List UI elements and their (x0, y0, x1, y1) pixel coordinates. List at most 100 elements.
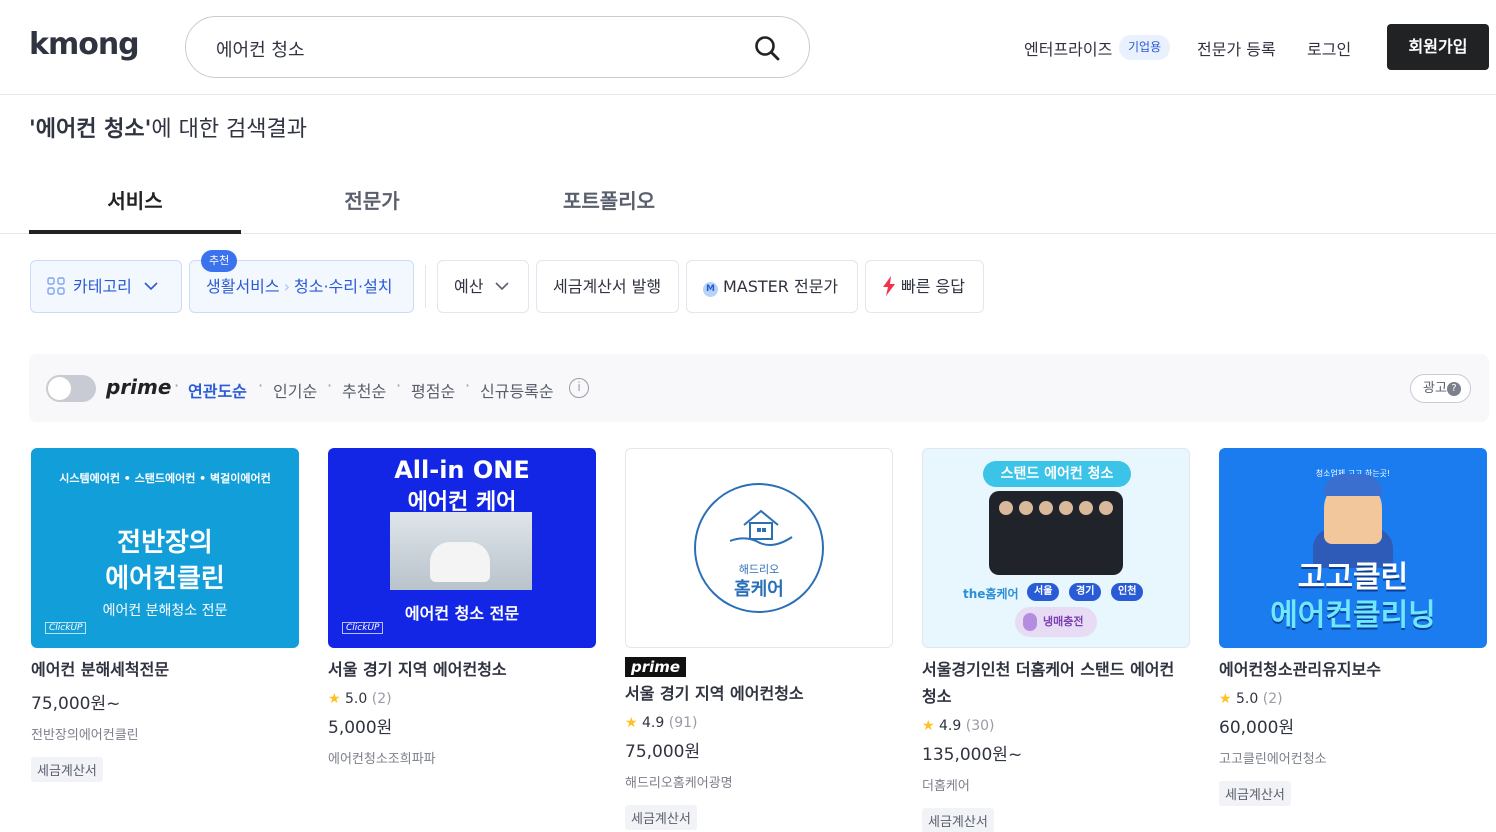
fast-response-filter[interactable]: 빠른 응답 (865, 260, 984, 313)
service-title[interactable]: 서울 경기 지역 에어컨청소 (625, 680, 893, 707)
service-title[interactable]: 에어컨 분해세척전문 (31, 656, 299, 683)
thumbnail-text: 에어컨 청소 전문 (404, 604, 520, 623)
seller-name[interactable]: 전반장의에어컨클린 (31, 724, 299, 743)
thermometer-icon (1023, 613, 1037, 631)
service-thumbnail[interactable]: All-in ONE 에어컨 케어 에어컨 청소 전문 ClickUP (328, 448, 596, 648)
sort-separator: · (258, 376, 264, 395)
service-title[interactable]: 서울경기인천 더홈케어 스탠드 에어컨 청소 (922, 656, 1190, 710)
recommend-badge: 추천 (201, 250, 238, 272)
lightning-icon (883, 276, 895, 296)
service-thumbnail[interactable]: 해드리오 홈케어 (625, 448, 893, 648)
sort-rating[interactable]: 평점순 (411, 378, 455, 402)
review-count: (2) (1262, 691, 1283, 707)
toggle-knob (48, 377, 71, 400)
search-box[interactable]: 에어컨 청소 (185, 16, 810, 78)
service-title[interactable]: 서울 경기 지역 에어컨청소 (328, 656, 596, 683)
refrigerant-badge: 냉매충전 (1015, 607, 1097, 637)
kmong-logo[interactable]: kmong (29, 27, 140, 62)
prime-label: prime (106, 375, 172, 399)
thumbnail-text: 전반장의 (117, 528, 213, 558)
tab-services[interactable]: 서비스 (29, 185, 241, 214)
star-icon: ★ (922, 718, 935, 734)
grid-icon (47, 277, 65, 295)
info-icon[interactable]: i (569, 378, 589, 398)
thumbnail-text: 에어컨클리닝 (1270, 598, 1436, 633)
review-count: (30) (965, 718, 995, 734)
thumbnail-text: 에어컨클린 (105, 564, 225, 594)
signup-button[interactable]: 회원가입 (1387, 24, 1489, 70)
clickup-badge: ClickUP (342, 622, 384, 634)
seller-name[interactable]: 에어컨청소조희파파 (328, 748, 596, 767)
rating-value: 4.9 (939, 718, 962, 734)
service-card[interactable]: 스탠드 에어컨 청소 the홈케어 서울 경기 인천 냉매충전 서울경기인천 더… (922, 448, 1190, 832)
question-icon: ? (1447, 382, 1461, 396)
service-price: 135,000원~ (922, 745, 1023, 765)
thumbnail-text: 시스템에어컨 • 스탠드에어컨 • 벽걸이에어컨 (59, 472, 271, 485)
rating: ★ 4.9 (30) (922, 718, 1190, 734)
star-icon: ★ (328, 691, 341, 707)
budget-filter[interactable]: 예산 (437, 260, 529, 313)
star-icon: ★ (625, 715, 638, 731)
ad-badge[interactable]: 광고? (1410, 374, 1471, 403)
service-price: 75,000원 (625, 742, 701, 762)
service-card[interactable]: All-in ONE 에어컨 케어 에어컨 청소 전문 ClickUP 서울 경… (328, 448, 596, 767)
search-result-title: '에어컨 청소'에 대한 검색결과 (29, 111, 307, 143)
category-filter-label: 카테고리 (73, 277, 132, 296)
active-tab-indicator (29, 230, 241, 234)
service-thumbnail[interactable]: 시스템에어컨 • 스탠드에어컨 • 벽걸이에어컨 전반장의 에어컨클린 에어컨 … (31, 448, 299, 648)
thumbnail-text: 스탠드 에어컨 청소 (983, 461, 1131, 487)
enterprise-badge: 기업용 (1119, 35, 1171, 60)
service-price: 5,000원 (328, 718, 393, 738)
sort-relevance[interactable]: 연관도순 (188, 378, 247, 402)
nav-expert-register[interactable]: 전문가 등록 (1197, 36, 1276, 60)
rating-value: 4.9 (642, 715, 665, 731)
search-input[interactable]: 에어컨 청소 (216, 36, 305, 62)
tax-invoice-tag: 세금계산서 (1219, 781, 1291, 806)
nav-login[interactable]: 로그인 (1307, 36, 1351, 60)
rating: ★ 5.0 (2) (328, 691, 596, 707)
service-price: 60,000원 (1219, 718, 1295, 738)
sort-separator: · (174, 376, 180, 395)
sort-newest[interactable]: 신규등록순 (480, 378, 554, 402)
seller-name[interactable]: 해드리오홈케어광명 (625, 772, 893, 791)
nav-enterprise[interactable]: 엔터프라이즈 (1024, 36, 1112, 60)
filter-divider (425, 265, 426, 308)
clickup-badge: ClickUP (45, 622, 87, 634)
sort-popular[interactable]: 인기순 (273, 378, 317, 402)
sort-separator: · (327, 376, 333, 395)
region-badge: 인천 (1111, 583, 1144, 601)
title-line: 서울경기인천 더홈케어 스탠드 에어컨 (922, 660, 1175, 679)
service-card[interactable]: 시스템에어컨 • 스탠드에어컨 • 벽걸이에어컨 전반장의 에어컨클린 에어컨 … (31, 448, 299, 782)
thumbnail-text: 냉매충전 (1043, 615, 1084, 628)
service-card[interactable]: 청소업체 고고 하는곳! 고고클린 에어컨클리닝 에어컨청소관리유지보수 ★ 5… (1219, 448, 1487, 806)
master-expert-filter[interactable]: M MASTER 전문가 (686, 260, 858, 313)
search-icon[interactable] (753, 34, 781, 62)
aircon-photo (390, 512, 532, 590)
service-card[interactable]: 해드리오 홈케어 prime 서울 경기 지역 에어컨청소 ★ 4.9 (91)… (625, 448, 893, 830)
star-icon: ★ (1219, 691, 1232, 707)
tax-invoice-filter[interactable]: 세금계산서 발행 (536, 260, 679, 313)
tax-invoice-tag: 세금계산서 (31, 757, 103, 782)
house-hand-icon (729, 509, 793, 546)
result-tabs: 서비스 전문가 포트폴리오 (0, 170, 1496, 234)
service-thumbnail[interactable]: 청소업체 고고 하는곳! 고고클린 에어컨클리닝 (1219, 448, 1487, 648)
service-price: 75,000원~ (31, 694, 121, 714)
service-title[interactable]: 에어컨청소관리유지보수 (1219, 656, 1487, 683)
breadcrumb-separator-icon: › (283, 277, 291, 296)
seller-name[interactable]: 고고클린에어컨청소 (1219, 748, 1487, 767)
category-filter[interactable]: 카테고리 (30, 260, 182, 313)
sort-recommended[interactable]: 추천순 (342, 378, 386, 402)
region-badge: 경기 (1069, 583, 1102, 601)
review-count: (2) (371, 691, 392, 707)
ad-label: 광고 (1423, 381, 1447, 396)
breadcrumb-child: 청소·수리·설치 (294, 277, 393, 296)
seller-name[interactable]: 더홈케어 (922, 775, 1190, 794)
sort-bar: prime · 연관도순 · 인기순 · 추천순 · 평점순 · 신규등록순 i… (29, 354, 1489, 422)
prime-toggle[interactable] (46, 375, 96, 402)
search-query: '에어컨 청소' (29, 117, 152, 142)
tax-invoice-tag: 세금계산서 (922, 808, 994, 832)
service-thumbnail[interactable]: 스탠드 에어컨 청소 the홈케어 서울 경기 인천 냉매충전 (922, 448, 1190, 648)
tab-experts[interactable]: 전문가 (266, 185, 478, 214)
tab-portfolio[interactable]: 포트폴리오 (503, 185, 715, 214)
review-count: (91) (668, 715, 698, 731)
